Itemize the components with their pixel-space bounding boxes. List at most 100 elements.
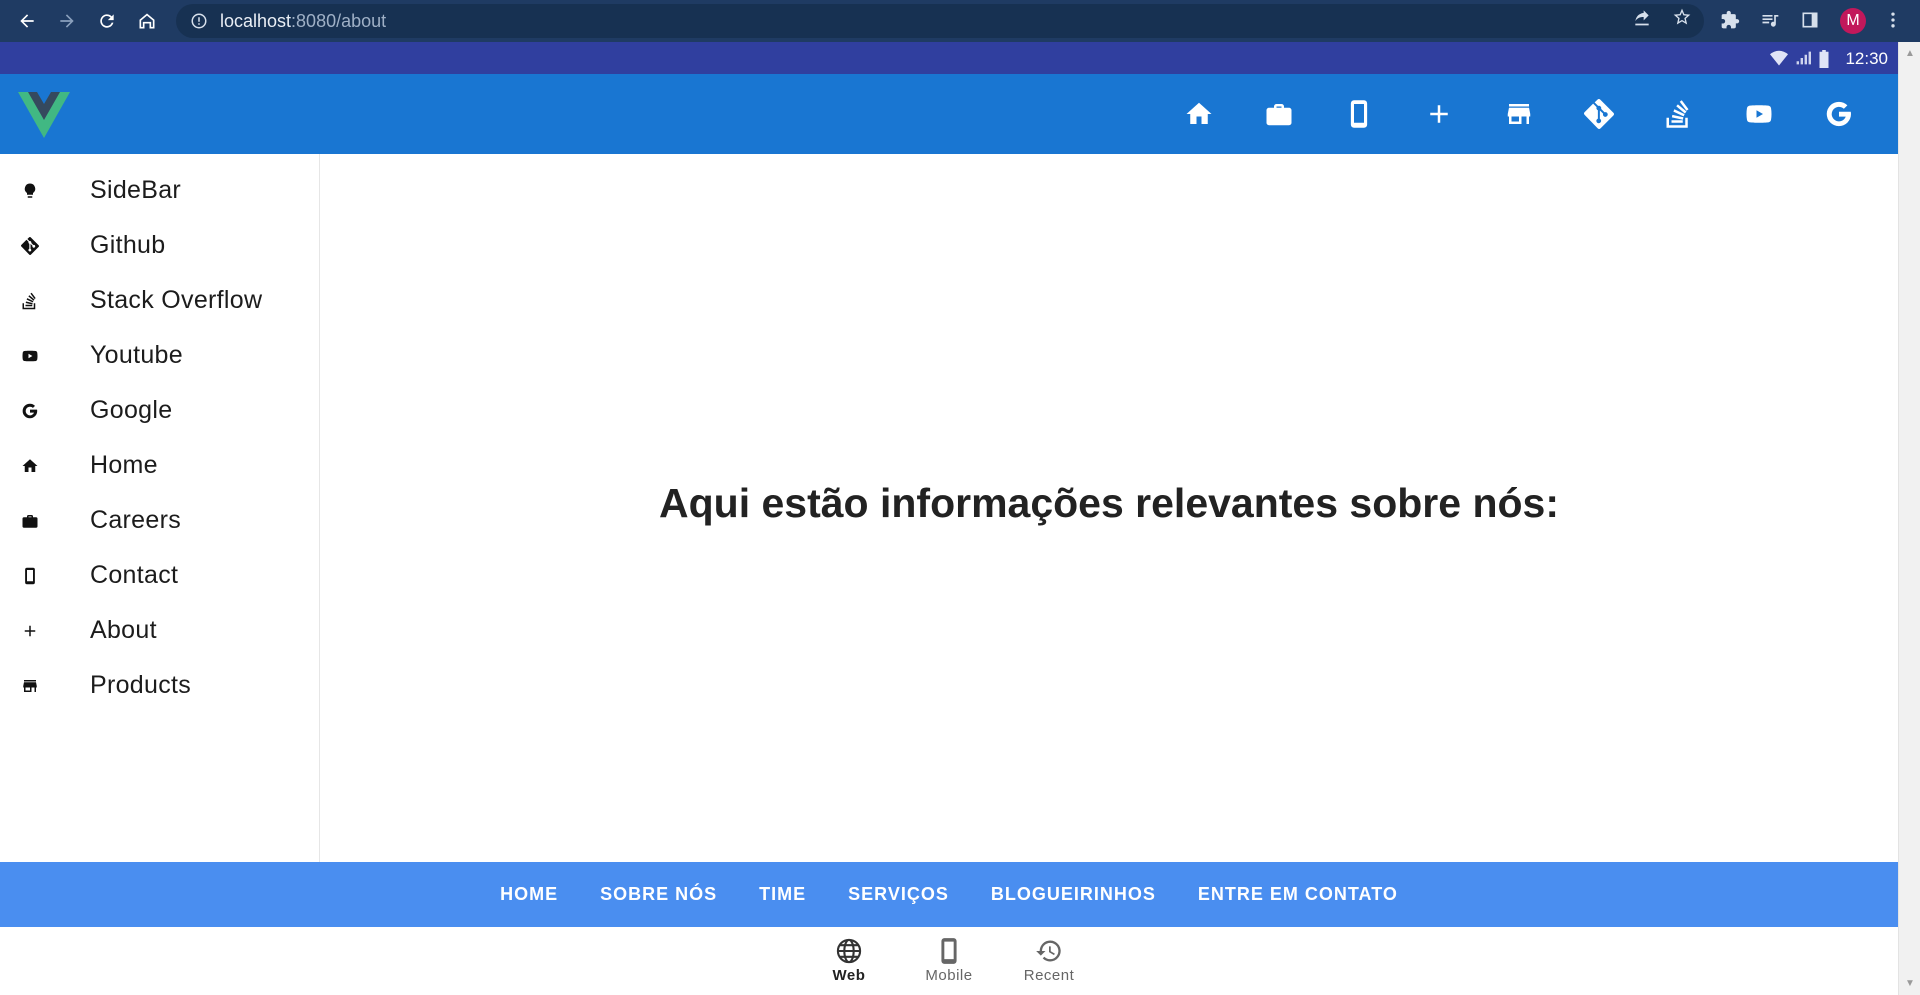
- stack-overflow-icon: [20, 291, 40, 311]
- browser-toolbar: localhost:8080/about M: [0, 0, 1920, 42]
- plus-icon: [1430, 105, 1448, 123]
- footer-link-team[interactable]: TIME: [759, 884, 806, 905]
- briefcase-icon: [20, 511, 40, 531]
- footer-link-services[interactable]: SERVIÇOS: [848, 884, 949, 905]
- reload-button[interactable]: [90, 4, 124, 38]
- footer-link-home[interactable]: HOME: [500, 884, 558, 905]
- bottom-navigation: Web Mobile Recent: [0, 927, 1898, 995]
- queue-music-icon: [1762, 15, 1779, 27]
- bottom-nav-mobile[interactable]: Mobile: [909, 937, 989, 985]
- sidebar-item-label: Products: [90, 671, 192, 699]
- more-vert-icon: [1891, 12, 1895, 28]
- footer-link-contact[interactable]: ENTRE EM CONTATO: [1198, 884, 1398, 905]
- history-icon: [1036, 940, 1061, 962]
- page-title: Aqui estão informações relevantes sobre …: [659, 480, 1559, 526]
- stack-overflow-icon: [1666, 100, 1689, 128]
- appbar-google-button[interactable]: [1821, 96, 1857, 132]
- sidebar-item-contact[interactable]: Contact: [0, 548, 319, 603]
- youtube-icon: [20, 346, 40, 366]
- footer-link-about[interactable]: SOBRE NÓS: [600, 884, 717, 905]
- sidebar-item-careers[interactable]: Careers: [0, 493, 319, 548]
- status-bar: 12:30: [0, 42, 1898, 74]
- share-icon: [1635, 10, 1649, 26]
- git-icon: [1584, 99, 1614, 129]
- sidebar-item-label: Google: [90, 396, 173, 424]
- lightbulb-icon: [20, 181, 40, 201]
- address-bar[interactable]: localhost:8080/about: [176, 4, 1704, 38]
- url-path: :8080/about: [291, 10, 387, 31]
- extensions-button[interactable]: [1720, 10, 1742, 32]
- bottom-nav-web[interactable]: Web: [809, 937, 889, 985]
- sidebar-item-label: About: [90, 616, 157, 644]
- sidebar-item-label: Home: [90, 451, 158, 479]
- appbar-products-button[interactable]: [1501, 96, 1537, 132]
- avatar-letter: M: [1846, 12, 1860, 29]
- appbar-contact-button[interactable]: [1341, 96, 1377, 132]
- home-outline-icon: [139, 13, 155, 29]
- browser-menu-button[interactable]: [1883, 10, 1905, 32]
- side-panel-button[interactable]: [1800, 10, 1822, 32]
- sidebar-item-label: Youtube: [90, 341, 183, 369]
- info-icon[interactable]: [190, 12, 208, 30]
- sidebar-item-home[interactable]: Home: [0, 438, 319, 493]
- git-icon: [20, 236, 40, 256]
- phone-icon: [1350, 100, 1368, 128]
- footer-link-bloggers[interactable]: BLOGUEIRINHOS: [991, 884, 1156, 905]
- briefcase-icon: [1266, 104, 1292, 126]
- app-bar: [0, 74, 1898, 154]
- sidebar-item-label: Github: [90, 231, 166, 259]
- sidebar-item-label: Careers: [90, 506, 182, 534]
- battery-icon: [1819, 50, 1829, 68]
- sidebar-item-youtube[interactable]: Youtube: [0, 328, 319, 383]
- side-panel-icon: [1802, 12, 1818, 28]
- back-button[interactable]: [10, 4, 44, 38]
- sidebar: SideBar Github Stack Overflow Youtube Go…: [0, 154, 320, 862]
- back-arrow-icon: [20, 14, 34, 28]
- appbar-stackoverflow-button[interactable]: [1661, 96, 1697, 132]
- sidebar-item-about[interactable]: About: [0, 603, 319, 658]
- home-icon: [20, 456, 40, 476]
- store-icon: [20, 676, 40, 696]
- wifi-icon: [1770, 50, 1788, 66]
- reload-icon: [100, 14, 114, 28]
- status-time: 12:30: [1845, 49, 1888, 68]
- profile-avatar[interactable]: M: [1840, 8, 1866, 34]
- appbar-careers-button[interactable]: [1261, 96, 1297, 132]
- sidebar-item-sidebar[interactable]: SideBar: [0, 163, 319, 218]
- sidebar-item-github[interactable]: Github: [0, 218, 319, 273]
- footer-nav: HOME SOBRE NÓS TIME SERVIÇOS BLOGUEIRINH…: [0, 862, 1898, 927]
- bottom-nav-label: Recent: [1023, 967, 1075, 984]
- sidebar-item-label: SideBar: [90, 176, 182, 204]
- appbar-home-button[interactable]: [1181, 96, 1217, 132]
- vue-logo[interactable]: [18, 92, 70, 138]
- forward-button[interactable]: [50, 4, 84, 38]
- forward-arrow-icon: [60, 14, 74, 28]
- globe-icon: [836, 938, 862, 964]
- signal-icon: [1796, 51, 1811, 65]
- bottom-nav-label: Web: [832, 967, 866, 984]
- bottom-nav-recent[interactable]: Recent: [1009, 937, 1089, 985]
- appbar-about-button[interactable]: [1421, 96, 1457, 132]
- sidebar-item-google[interactable]: Google: [0, 383, 319, 438]
- scroll-up-arrow-icon[interactable]: ▲: [1905, 48, 1915, 59]
- url-host: localhost: [220, 10, 292, 31]
- youtube-icon: [1746, 105, 1772, 123]
- sidebar-item-products[interactable]: Products: [0, 658, 319, 713]
- share-button[interactable]: [1632, 7, 1652, 27]
- home-icon: [1186, 102, 1212, 124]
- sidebar-item-label: Stack Overflow: [90, 286, 263, 314]
- sidebar-item-label: Contact: [90, 561, 179, 589]
- plus-icon: [20, 621, 40, 641]
- store-icon: [1507, 104, 1531, 124]
- appbar-youtube-button[interactable]: [1741, 96, 1777, 132]
- home-button[interactable]: [130, 4, 164, 38]
- scroll-down-arrow-icon[interactable]: ▼: [1905, 978, 1915, 989]
- appbar-github-button[interactable]: [1581, 96, 1617, 132]
- sidebar-item-stack-overflow[interactable]: Stack Overflow: [0, 273, 319, 328]
- bottom-nav-label: Mobile: [925, 967, 973, 984]
- bookmark-button[interactable]: [1672, 7, 1692, 27]
- media-button[interactable]: [1760, 10, 1782, 32]
- google-icon: [1826, 101, 1851, 127]
- page-scrollbar[interactable]: ▲ ▼: [1898, 42, 1920, 995]
- star-icon: [1673, 8, 1691, 25]
